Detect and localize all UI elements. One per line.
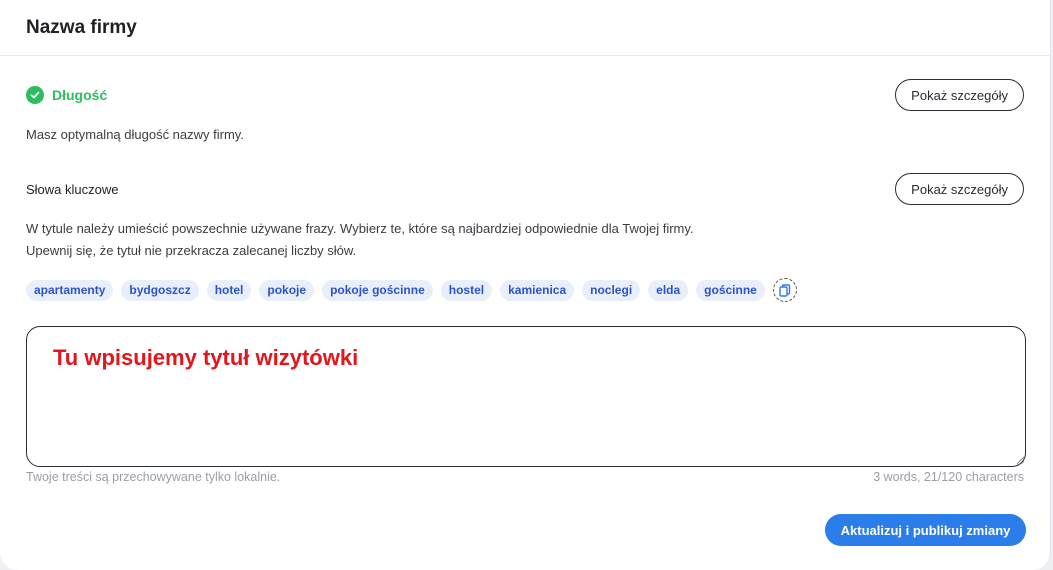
keyword-tag[interactable]: apartamenty	[26, 279, 114, 301]
copy-icon[interactable]	[772, 278, 797, 302]
keyword-tag[interactable]: pokoje gościnne	[322, 279, 433, 301]
check-circle-icon	[26, 86, 44, 104]
keyword-tags: apartamenty bydgoszcz hotel pokoje pokoj…	[26, 278, 797, 302]
keyword-tag[interactable]: gościnne	[696, 279, 765, 301]
keywords-description-2: Upewnij się, że tytuł nie przekracza zal…	[26, 243, 357, 258]
length-row: Długość Pokaż szczegóły	[26, 79, 1024, 111]
business-name-card: Nazwa firmy Długość Pokaż szczegóły Masz…	[0, 0, 1051, 570]
keywords-description-1: W tytule należy umieścić powszechnie uży…	[26, 221, 694, 236]
publish-changes-button[interactable]: Aktualizuj i publikuj zmiany	[825, 514, 1026, 546]
keyword-tag[interactable]: hotel	[206, 279, 252, 301]
storage-note: Twoje treści są przechowywane tylko loka…	[26, 470, 281, 484]
length-details-button[interactable]: Pokaż szczegóły	[895, 79, 1024, 111]
length-status: Długość	[26, 86, 107, 104]
keywords-row: Słowa kluczowe Pokaż szczegóły	[26, 173, 1024, 205]
keyword-tag[interactable]: kamienica	[500, 279, 575, 301]
keyword-tag[interactable]: elda	[648, 279, 689, 301]
keyword-tag[interactable]: bydgoszcz	[121, 279, 199, 301]
character-counter: 3 words, 21/120 characters	[873, 470, 1024, 484]
card-header: Nazwa firmy	[0, 0, 1050, 56]
length-status-label: Długość	[52, 87, 108, 103]
keyword-tag[interactable]: pokoje	[259, 279, 315, 301]
resize-handle-icon[interactable]	[1015, 455, 1025, 465]
keyword-tag[interactable]: noclegi	[582, 279, 641, 301]
page-title: Nazwa firmy	[26, 16, 137, 38]
keywords-title: Słowa kluczowe	[26, 181, 119, 197]
length-message: Masz optymalną długość nazwy firmy.	[26, 127, 244, 142]
keywords-details-button[interactable]: Pokaż szczegóły	[895, 173, 1024, 205]
business-title-input[interactable]: Tu wpisujemy tytuł wizytówki	[26, 326, 1026, 467]
keyword-tag[interactable]: hostel	[440, 279, 493, 301]
